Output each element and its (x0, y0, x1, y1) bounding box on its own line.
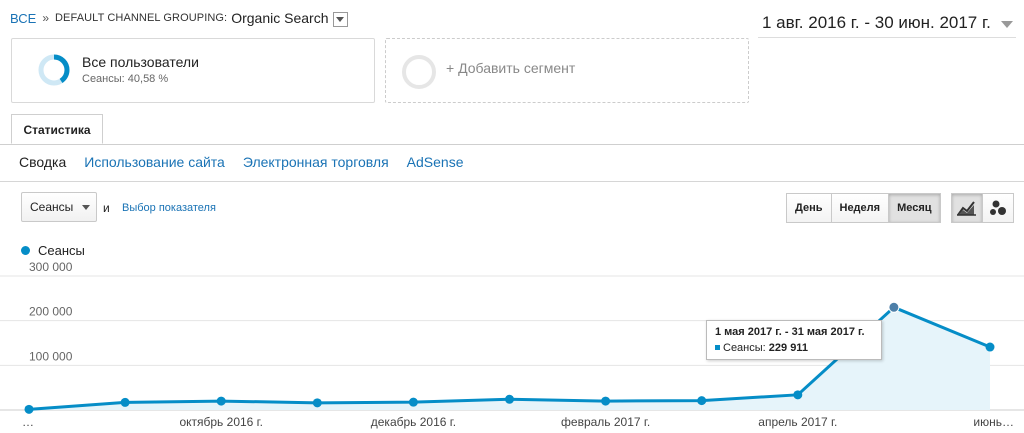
line-chart-view-button[interactable] (951, 193, 983, 223)
metric-select[interactable]: Сеансы (21, 192, 97, 222)
breadcrumb-separator: » (42, 11, 49, 25)
data-point (985, 342, 995, 352)
subnav-summary[interactable]: Сводка (19, 154, 66, 170)
report-subnav: Сводка Использование сайта Электронная т… (19, 154, 482, 170)
y-tick-label: 300 000 (29, 260, 73, 274)
x-tick-label: … (22, 415, 34, 429)
segment-subtitle: Сеансы: 40,58 % (82, 73, 169, 85)
date-range-underline (758, 37, 1016, 38)
breadcrumb: ВСЕ » DEFAULT CHANNEL GROUPING: Organic … (10, 10, 348, 27)
granularity-month-button[interactable]: Месяц (888, 193, 941, 223)
x-tick-label: декабрь 2016 г. (371, 415, 456, 429)
subnav-adsense[interactable]: AdSense (407, 154, 464, 170)
data-point (24, 404, 34, 414)
data-point (888, 301, 900, 313)
x-tick-label: февраль 2017 г. (561, 415, 650, 429)
tooltip-row: Сеансы: 229 911 (715, 342, 873, 354)
data-point (793, 390, 803, 400)
granularity-day-button[interactable]: День (786, 193, 832, 223)
data-point (697, 396, 707, 406)
subnav-site-usage[interactable]: Использование сайта (84, 154, 225, 170)
tooltip-value: 229 911 (768, 342, 808, 354)
data-point (120, 397, 130, 407)
and-label: и (103, 201, 110, 215)
data-point (601, 396, 611, 406)
add-segment-ring-icon (402, 55, 436, 89)
pick-metric-link[interactable]: Выбор показателя (122, 202, 216, 214)
subnav-ecommerce[interactable]: Электронная торговля (243, 154, 389, 170)
breadcrumb-grouping-label: DEFAULT CHANNEL GROUPING: (55, 12, 228, 24)
segment-all-users[interactable]: Все пользователи Сеансы: 40,58 % (11, 38, 375, 103)
data-point (505, 394, 514, 404)
legend-series-dot (21, 246, 30, 255)
data-point (216, 396, 226, 406)
tooltip-series-marker (715, 345, 720, 350)
y-tick-label: 100 000 (29, 349, 73, 363)
date-range-picker[interactable]: 1 авг. 2016 г. - 30 июн. 2017 г. (762, 13, 991, 33)
chevron-down-icon (82, 205, 90, 210)
breadcrumb-all-link[interactable]: ВСЕ (10, 11, 36, 26)
granularity-week-button[interactable]: Неделя (830, 193, 890, 223)
add-segment-button[interactable]: + Добавить сегмент (385, 38, 749, 103)
segment-ring-icon (38, 54, 70, 86)
tooltip-title: 1 мая 2017 г. - 31 мая 2017 г. (715, 326, 865, 338)
chart-tooltip: 1 мая 2017 г. - 31 мая 2017 г. Сеансы: 2… (706, 320, 882, 360)
line-chart-icon (957, 201, 976, 216)
metric-select-value: Сеансы (30, 200, 74, 214)
date-range-chevron-down-icon[interactable] (1001, 21, 1013, 28)
data-point (408, 397, 418, 407)
tab-divider (0, 144, 1024, 145)
motion-chart-icon (990, 200, 1006, 215)
subnav-divider (0, 181, 1024, 182)
x-tick-label: апрель 2017 г. (758, 415, 837, 429)
add-segment-label: + Добавить сегмент (446, 60, 576, 76)
x-tick-label: октябрь 2016 г. (179, 415, 262, 429)
x-tick-label: июнь… (973, 415, 1014, 429)
chart-legend: Сеансы (21, 243, 85, 258)
legend-series-label: Сеансы (38, 243, 85, 258)
y-tick-label: 200 000 (29, 305, 73, 319)
tooltip-series-label: Сеансы: (723, 342, 766, 354)
data-point (312, 398, 322, 408)
segment-title: Все пользователи (82, 54, 199, 70)
granularity-group: День Неделя Месяц (786, 193, 941, 223)
breadcrumb-value: Organic Search (231, 10, 329, 26)
tab-statistics[interactable]: Статистика (11, 114, 103, 144)
breadcrumb-dropdown-icon[interactable] (332, 11, 348, 27)
motion-chart-view-button[interactable] (982, 193, 1014, 223)
